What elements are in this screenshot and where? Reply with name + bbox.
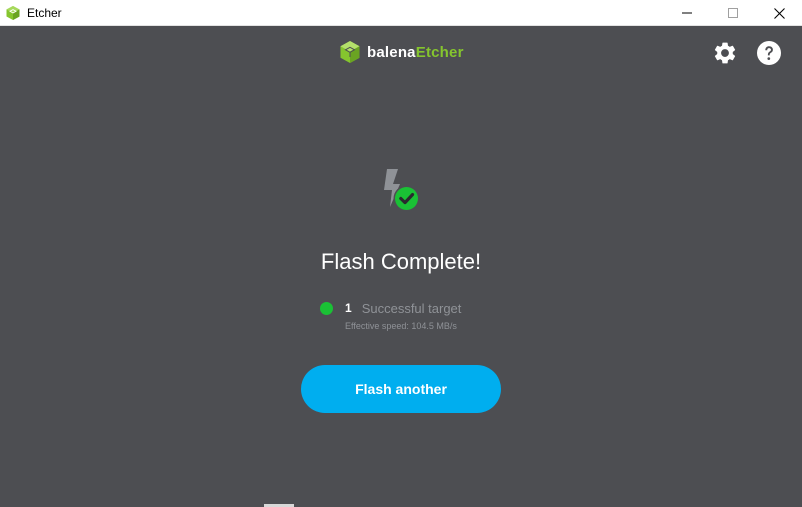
maximize-icon — [728, 8, 738, 18]
flash-complete-heading: Flash Complete! — [320, 249, 482, 274]
maximize-button[interactable] — [710, 0, 756, 26]
minimize-button[interactable] — [664, 0, 710, 26]
close-icon — [773, 7, 785, 19]
balena-cube-icon — [340, 41, 360, 63]
question-circle-icon — [757, 41, 781, 65]
minimize-icon — [682, 12, 692, 14]
success-status-dot — [320, 301, 333, 315]
app-body: balenaEtcher Flash Complete! 1 Successfu… — [0, 26, 802, 507]
gear-icon — [714, 42, 736, 64]
flash-complete-check-icon — [384, 169, 420, 212]
success-count: 1 — [345, 301, 352, 315]
success-label: Successful target — [361, 300, 462, 316]
title-bar: Etcher — [0, 0, 802, 26]
flash-another-button[interactable]: Flash another — [301, 365, 501, 413]
etcher-cube-icon — [6, 6, 20, 20]
brand-logo: balenaEtcher — [339, 40, 464, 64]
brand-name-part2: Etcher — [415, 43, 464, 61]
effective-speed: Effective speed: 104.5 MB/s — [345, 321, 457, 331]
window-title: Etcher — [27, 6, 62, 20]
close-button[interactable] — [756, 0, 802, 26]
settings-button[interactable] — [712, 40, 738, 66]
help-button[interactable] — [756, 40, 782, 66]
target-result: 1 Successful target — [320, 299, 461, 317]
brand-name-part1: balena — [367, 43, 416, 61]
brand-name: balenaEtcher — [367, 44, 464, 61]
